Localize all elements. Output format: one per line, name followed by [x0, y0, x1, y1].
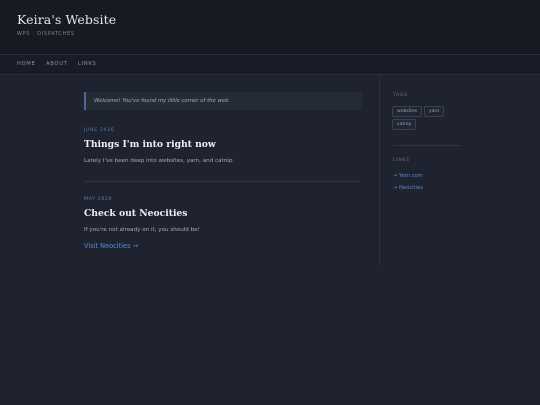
post-body: If you're not already on it, you should … — [84, 227, 200, 233]
post-title[interactable]: Things I'm into right now — [84, 139, 216, 150]
post-date: MAY 2026 — [84, 197, 113, 202]
nav-item-links[interactable]: LINKS — [78, 61, 97, 67]
site-title[interactable]: Keira's Website — [17, 12, 116, 27]
post-date: JUNE 2026 — [84, 128, 115, 133]
welcome-text: Welcome! You've found my little corner o… — [94, 98, 231, 104]
tag-yarn[interactable]: yarn — [424, 106, 445, 117]
site-subtitle: WPS · DISPATCHES — [17, 31, 75, 37]
post-divider — [84, 181, 360, 182]
sidebar-link-yarn[interactable]: → Yarn.com — [393, 173, 423, 179]
sidebar: TAGS websites yarn catnip LINKS → Yarn.c… — [379, 75, 540, 265]
main-content: Welcome! You've found my little corner o… — [0, 75, 379, 405]
main-nav: HOME ABOUT LINKS — [0, 55, 540, 75]
post-body: Lately I've been deep into websites, yar… — [84, 158, 235, 164]
tag-catnip[interactable]: catnip — [392, 119, 417, 130]
sidebar-link-neocities[interactable]: → Neocities — [393, 185, 423, 191]
nav-item-home[interactable]: HOME — [17, 61, 36, 67]
site-header: Keira's Website WPS · DISPATCHES — [0, 0, 540, 55]
visit-neocities-link[interactable]: Visit Neocities → — [84, 242, 138, 250]
welcome-callout: Welcome! You've found my little corner o… — [84, 92, 362, 110]
links-heading: LINKS — [393, 158, 410, 163]
nav-item-about[interactable]: ABOUT — [46, 61, 68, 67]
tag-websites[interactable]: websites — [392, 106, 423, 117]
sidebar-divider — [393, 145, 462, 146]
tags-heading: TAGS — [393, 93, 408, 98]
post-title[interactable]: Check out Neocities — [84, 208, 187, 219]
